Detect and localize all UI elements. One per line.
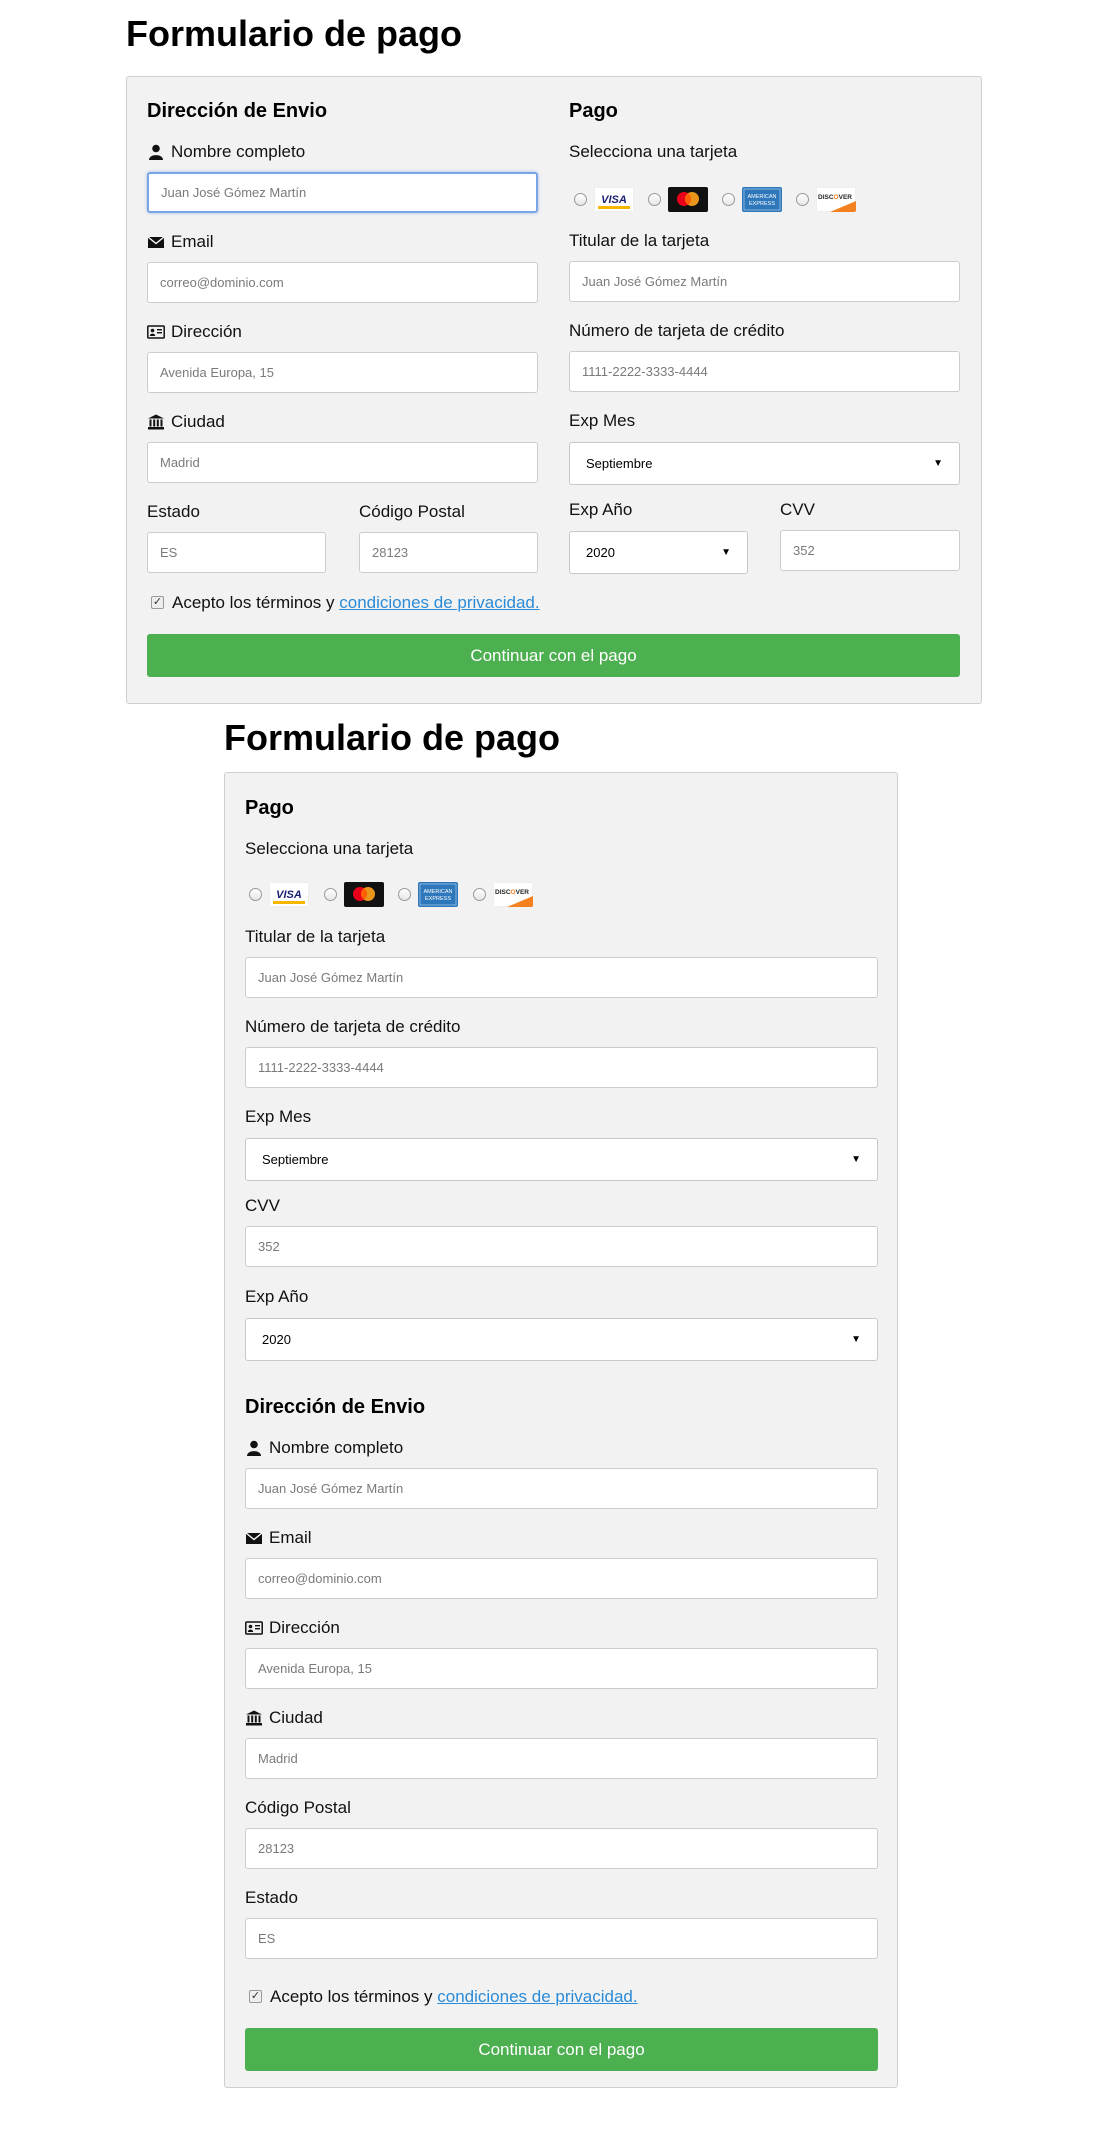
amex-card-icon: AMERICAN EXPRESS <box>742 187 782 212</box>
card-number-input[interactable] <box>569 351 960 392</box>
email-input[interactable] <box>147 262 538 303</box>
city-label: Ciudad <box>147 412 225 432</box>
user-icon <box>245 1440 263 1456</box>
svg-text:AMERICAN: AMERICAN <box>423 889 452 895</box>
terms-text-mobile: Acepto los términos y condiciones de pri… <box>270 1987 638 2006</box>
shipping-section-title-mobile: Dirección de Envio <box>245 1396 426 1418</box>
discover-card-icon: DISCOVER <box>493 882 533 907</box>
state-label-mobile: Estado <box>245 1888 298 1907</box>
email-label-mobile: Email <box>245 1528 312 1548</box>
submit-button-mobile[interactable]: Continuar con el pago <box>245 2028 878 2071</box>
exp-month-select[interactable]: Septiembre ▼ <box>569 442 960 485</box>
name-input[interactable] <box>147 172 538 213</box>
holder-input-mobile[interactable] <box>245 957 878 998</box>
submit-button[interactable]: Continuar con el pago <box>147 634 960 677</box>
exp-year-label: Exp Año <box>569 500 633 519</box>
zip-label: Código Postal <box>359 502 465 521</box>
svg-text:EXPRESS: EXPRESS <box>425 896 451 902</box>
zip-input[interactable] <box>359 532 538 573</box>
discover-card-icon: DISCOVER <box>816 187 856 212</box>
mastercard-radio[interactable] <box>648 193 661 206</box>
terms-text: Acepto los términos y condiciones de pri… <box>172 593 540 612</box>
discover-radio-mobile[interactable] <box>473 888 486 901</box>
svg-text:EXPRESS: EXPRESS <box>749 201 775 207</box>
svg-text:DISCOVER: DISCOVER <box>495 889 529 896</box>
svg-text:VISA: VISA <box>601 194 627 206</box>
cards-label-mobile: Selecciona una tarjeta <box>245 839 414 858</box>
address-card-icon <box>245 1620 263 1636</box>
payment-section-title-mobile: Pago <box>245 797 294 819</box>
exp-year-select[interactable]: 2020 ▼ <box>569 531 748 574</box>
email-label: Email <box>147 232 214 252</box>
svg-text:AMERICAN: AMERICAN <box>747 194 776 200</box>
zip-label-mobile: Código Postal <box>245 1798 351 1817</box>
state-input-mobile[interactable] <box>245 1918 878 1959</box>
holder-label: Titular de la tarjeta <box>569 231 710 250</box>
cvv-input[interactable] <box>780 530 960 571</box>
envelope-icon <box>147 234 165 250</box>
cvv-label: CVV <box>780 500 815 519</box>
state-input[interactable] <box>147 532 326 573</box>
chevron-down-icon: ▼ <box>851 1334 861 1345</box>
envelope-icon <box>245 1530 263 1546</box>
name-input-mobile[interactable] <box>245 1468 878 1509</box>
exp-month-label: Exp Mes <box>569 411 636 430</box>
discover-radio[interactable] <box>796 193 809 206</box>
institution-icon <box>147 414 165 430</box>
exp-year-label-mobile: Exp Año <box>245 1287 309 1306</box>
payment-section-title: Pago <box>569 100 618 122</box>
amex-radio[interactable] <box>722 193 735 206</box>
amex-radio-mobile[interactable] <box>398 888 411 901</box>
mastercard-icon <box>344 882 384 907</box>
chevron-down-icon: ▼ <box>933 458 943 469</box>
visa-card-icon: VISA <box>594 187 634 212</box>
card-number-label-mobile: Número de tarjeta de crédito <box>245 1017 461 1036</box>
cards-label: Selecciona una tarjeta <box>569 142 738 161</box>
cvv-label-mobile: CVV <box>245 1196 280 1215</box>
address-input[interactable] <box>147 352 538 393</box>
visa-card-icon: VISA <box>269 882 309 907</box>
page-title-mobile: Formulario de pago <box>224 717 561 758</box>
city-input[interactable] <box>147 442 538 483</box>
amex-card-icon: AMERICAN EXPRESS <box>418 882 458 907</box>
card-number-input-mobile[interactable] <box>245 1047 878 1088</box>
email-input-mobile[interactable] <box>245 1558 878 1599</box>
name-label-mobile: Nombre completo <box>245 1438 403 1458</box>
terms-checkbox[interactable]: ✓ <box>151 596 164 609</box>
exp-year-select-mobile[interactable]: 2020 ▼ <box>245 1318 878 1361</box>
zip-input-mobile[interactable] <box>245 1828 878 1869</box>
exp-month-select-mobile[interactable]: Septiembre ▼ <box>245 1138 878 1181</box>
address-input-mobile[interactable] <box>245 1648 878 1689</box>
address-card-icon <box>147 324 165 340</box>
card-number-label: Número de tarjeta de crédito <box>569 321 785 340</box>
svg-text:DISCOVER: DISCOVER <box>818 194 852 201</box>
cvv-input-mobile[interactable] <box>245 1226 878 1267</box>
mastercard-icon <box>668 187 708 212</box>
name-label: Nombre completo <box>147 142 305 162</box>
chevron-down-icon: ▼ <box>851 1154 861 1165</box>
institution-icon <box>245 1710 263 1726</box>
page-title: Formulario de pago <box>126 13 463 54</box>
holder-label-mobile: Titular de la tarjeta <box>245 927 386 946</box>
privacy-link-mobile[interactable]: condiciones de privacidad. <box>437 1987 637 2006</box>
user-icon <box>147 144 165 160</box>
city-input-mobile[interactable] <box>245 1738 878 1779</box>
address-label-mobile: Dirección <box>245 1618 340 1638</box>
shipping-section-title: Dirección de Envio <box>147 100 328 122</box>
privacy-link[interactable]: condiciones de privacidad. <box>339 593 539 612</box>
exp-month-label-mobile: Exp Mes <box>245 1107 312 1126</box>
chevron-down-icon: ▼ <box>721 547 731 558</box>
state-label: Estado <box>147 502 200 521</box>
svg-text:VISA: VISA <box>276 889 302 901</box>
visa-radio-mobile[interactable] <box>249 888 262 901</box>
mastercard-radio-mobile[interactable] <box>324 888 337 901</box>
address-label: Dirección <box>147 322 242 342</box>
terms-checkbox-mobile[interactable]: ✓ <box>249 1990 262 2003</box>
city-label-mobile: Ciudad <box>245 1708 323 1728</box>
holder-input[interactable] <box>569 261 960 302</box>
visa-radio[interactable] <box>574 193 587 206</box>
